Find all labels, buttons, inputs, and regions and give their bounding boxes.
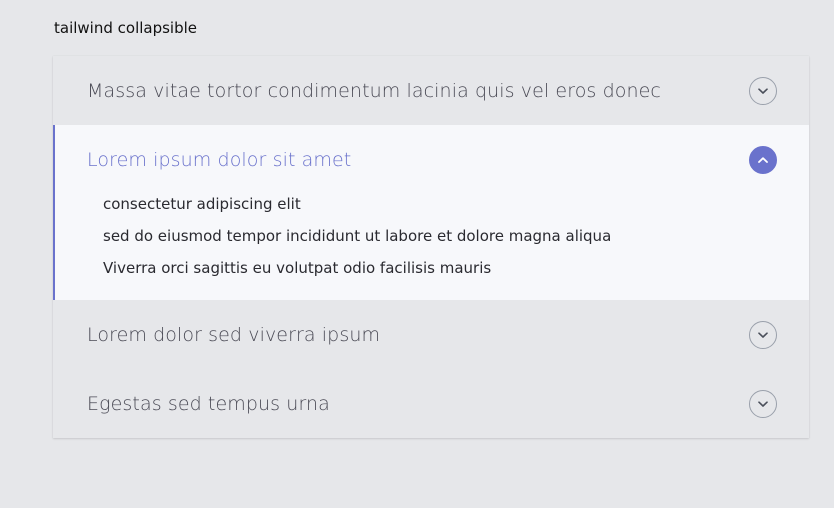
accordion-toggle-button[interactable] xyxy=(749,76,777,105)
accordion-toggle-button[interactable] xyxy=(749,320,777,349)
content-line: Viverra orci sagittis eu volutpat odio f… xyxy=(103,259,492,277)
accordion-item-header[interactable]: Lorem dolor sed viverra ipsum xyxy=(53,300,809,369)
chevron-down-icon xyxy=(758,331,768,338)
accordion-item-title: Lorem ipsum dolor sit amet xyxy=(87,148,352,171)
content-line: sed do eiusmod tempor incididunt ut labo… xyxy=(103,227,612,245)
accordion-item-header[interactable]: Massa vitae tortor condimentum lacinia q… xyxy=(53,56,809,125)
accordion-item-title: Lorem dolor sed viverra ipsum xyxy=(87,323,381,346)
page-title: tailwind collapsible xyxy=(54,19,198,37)
accordion-item-header[interactable]: Lorem ipsum dolor sit amet xyxy=(55,125,809,194)
content-line: consectetur adipiscing elit xyxy=(103,195,301,213)
chevron-up-icon xyxy=(758,156,768,163)
chevron-down-icon xyxy=(758,400,768,407)
chevron-down-icon xyxy=(758,87,768,94)
accordion-toggle-button[interactable] xyxy=(749,389,777,418)
accordion-item-header[interactable]: Egestas sed tempus urna xyxy=(53,369,809,438)
accordion-item-title: Egestas sed tempus urna xyxy=(87,392,330,415)
accordion-item-content-list: consectetur adipiscing elit sed do eiusm… xyxy=(103,188,809,284)
accordion-item: Massa vitae tortor condimentum lacinia q… xyxy=(53,56,809,125)
accordion-item-title: Massa vitae tortor condimentum lacinia q… xyxy=(87,79,661,102)
accordion-item-expanded: Lorem ipsum dolor sit amet consectetur a… xyxy=(53,125,809,300)
accordion-item: Egestas sed tempus urna xyxy=(53,369,809,438)
accordion-toggle-button[interactable] xyxy=(749,145,777,174)
accordion-item: Lorem dolor sed viverra ipsum xyxy=(53,300,809,369)
accordion-item-body: consectetur adipiscing elit sed do eiusm… xyxy=(55,188,809,300)
accordion: Massa vitae tortor condimentum lacinia q… xyxy=(53,56,809,438)
